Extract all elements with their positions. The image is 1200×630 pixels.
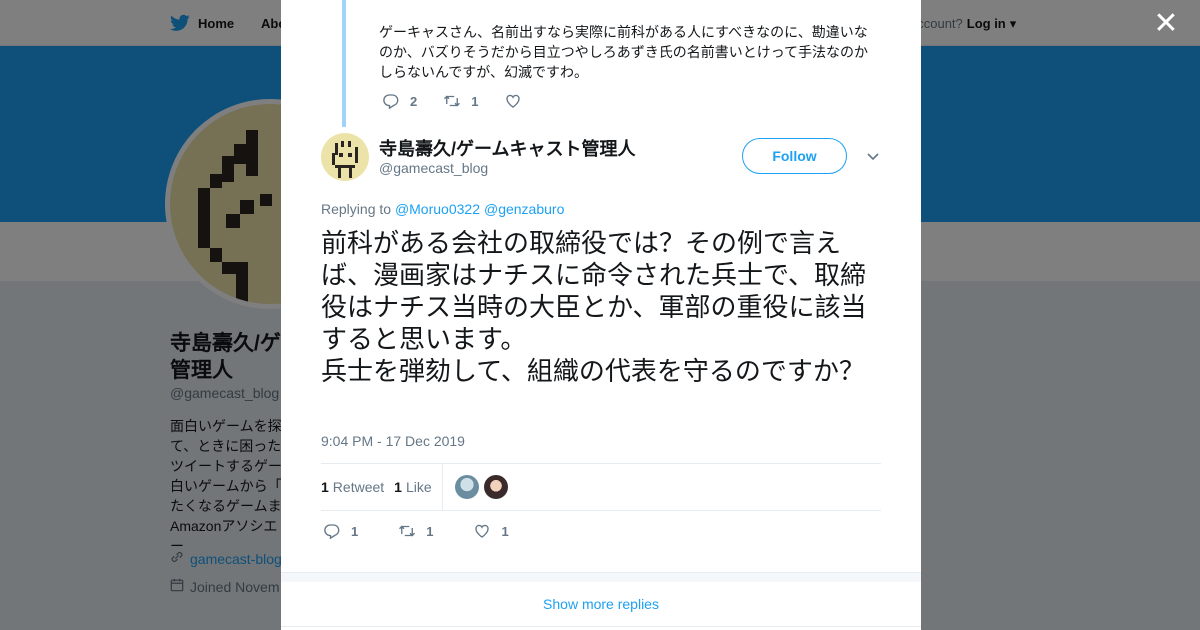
reply-button[interactable]: 2	[382, 92, 417, 110]
retweet-button[interactable]: 1	[398, 522, 433, 540]
parent-tweet-actions: 2 1	[382, 92, 558, 110]
follow-button[interactable]: Follow	[742, 138, 847, 174]
reply-icon	[383, 94, 399, 110]
heart-icon	[475, 524, 490, 538]
tweet-text: 前科がある会社の取締役では？その例で言えば、漫画家はナチスに命令された兵士で、取…	[321, 228, 867, 386]
like-stat-count: 1	[394, 479, 402, 495]
thread-connector	[342, 0, 346, 127]
heart-icon	[506, 94, 521, 108]
retweet-icon	[399, 525, 416, 537]
stats-divider	[441, 463, 443, 511]
mention-link[interactable]: @genzaburo	[484, 201, 564, 217]
close-icon[interactable]: ✕	[1152, 9, 1180, 39]
author-avatar[interactable]	[321, 133, 369, 181]
retweet-icon	[444, 95, 461, 107]
author-handle[interactable]: @gamecast_blog	[379, 160, 488, 176]
tweet-timestamp[interactable]: 9:04 PM - 17 Dec 2019	[321, 433, 465, 449]
retweet-stat-label: Retweet	[332, 479, 385, 495]
retweet-count: 1	[426, 523, 434, 539]
replying-to-label: Replying to	[321, 201, 392, 217]
tweet-modal: ゲーキャスさん、名前出すなら実際に前科がある人にすべきなのに、勘違いなのか、バズ…	[281, 0, 921, 630]
show-more-replies-button[interactable]: Show more replies	[281, 582, 921, 627]
retweet-count: 1	[471, 93, 479, 109]
section-separator	[281, 572, 921, 582]
tweet-stats: 1 Retweet 1 Like	[321, 463, 881, 511]
reply-count: 1	[351, 523, 359, 539]
like-stat-label: Like	[405, 479, 432, 495]
retweet-stat-count: 1	[321, 479, 329, 495]
retweet-stat[interactable]: 1 Retweet	[321, 479, 384, 495]
mention-link[interactable]: @Moruo0322	[395, 201, 480, 217]
parent-tweet-text: ゲーキャスさん、名前出すなら実際に前科がある人にすべきなのに、勘違いなのか、バズ…	[379, 24, 869, 80]
retweet-button[interactable]: 1	[443, 92, 478, 110]
reply-icon	[324, 524, 340, 540]
like-button[interactable]: 1	[473, 522, 509, 540]
author-name[interactable]: 寺島壽久/ゲームキャスト管理人	[379, 135, 635, 161]
replying-to: Replying to @Moruo0322 @genzaburo	[321, 201, 568, 217]
chevron-down-icon[interactable]	[865, 148, 881, 164]
like-button[interactable]	[504, 92, 532, 110]
like-stat[interactable]: 1 Like	[394, 479, 431, 495]
liker-avatar[interactable]	[454, 475, 479, 499]
reply-button[interactable]: 1	[323, 522, 358, 540]
liker-avatar[interactable]	[483, 475, 508, 499]
tweet-actions: 1 1 1	[323, 522, 549, 540]
reply-count: 2	[410, 93, 418, 109]
like-count: 1	[501, 523, 509, 539]
pixel-creature-icon	[332, 141, 358, 178]
